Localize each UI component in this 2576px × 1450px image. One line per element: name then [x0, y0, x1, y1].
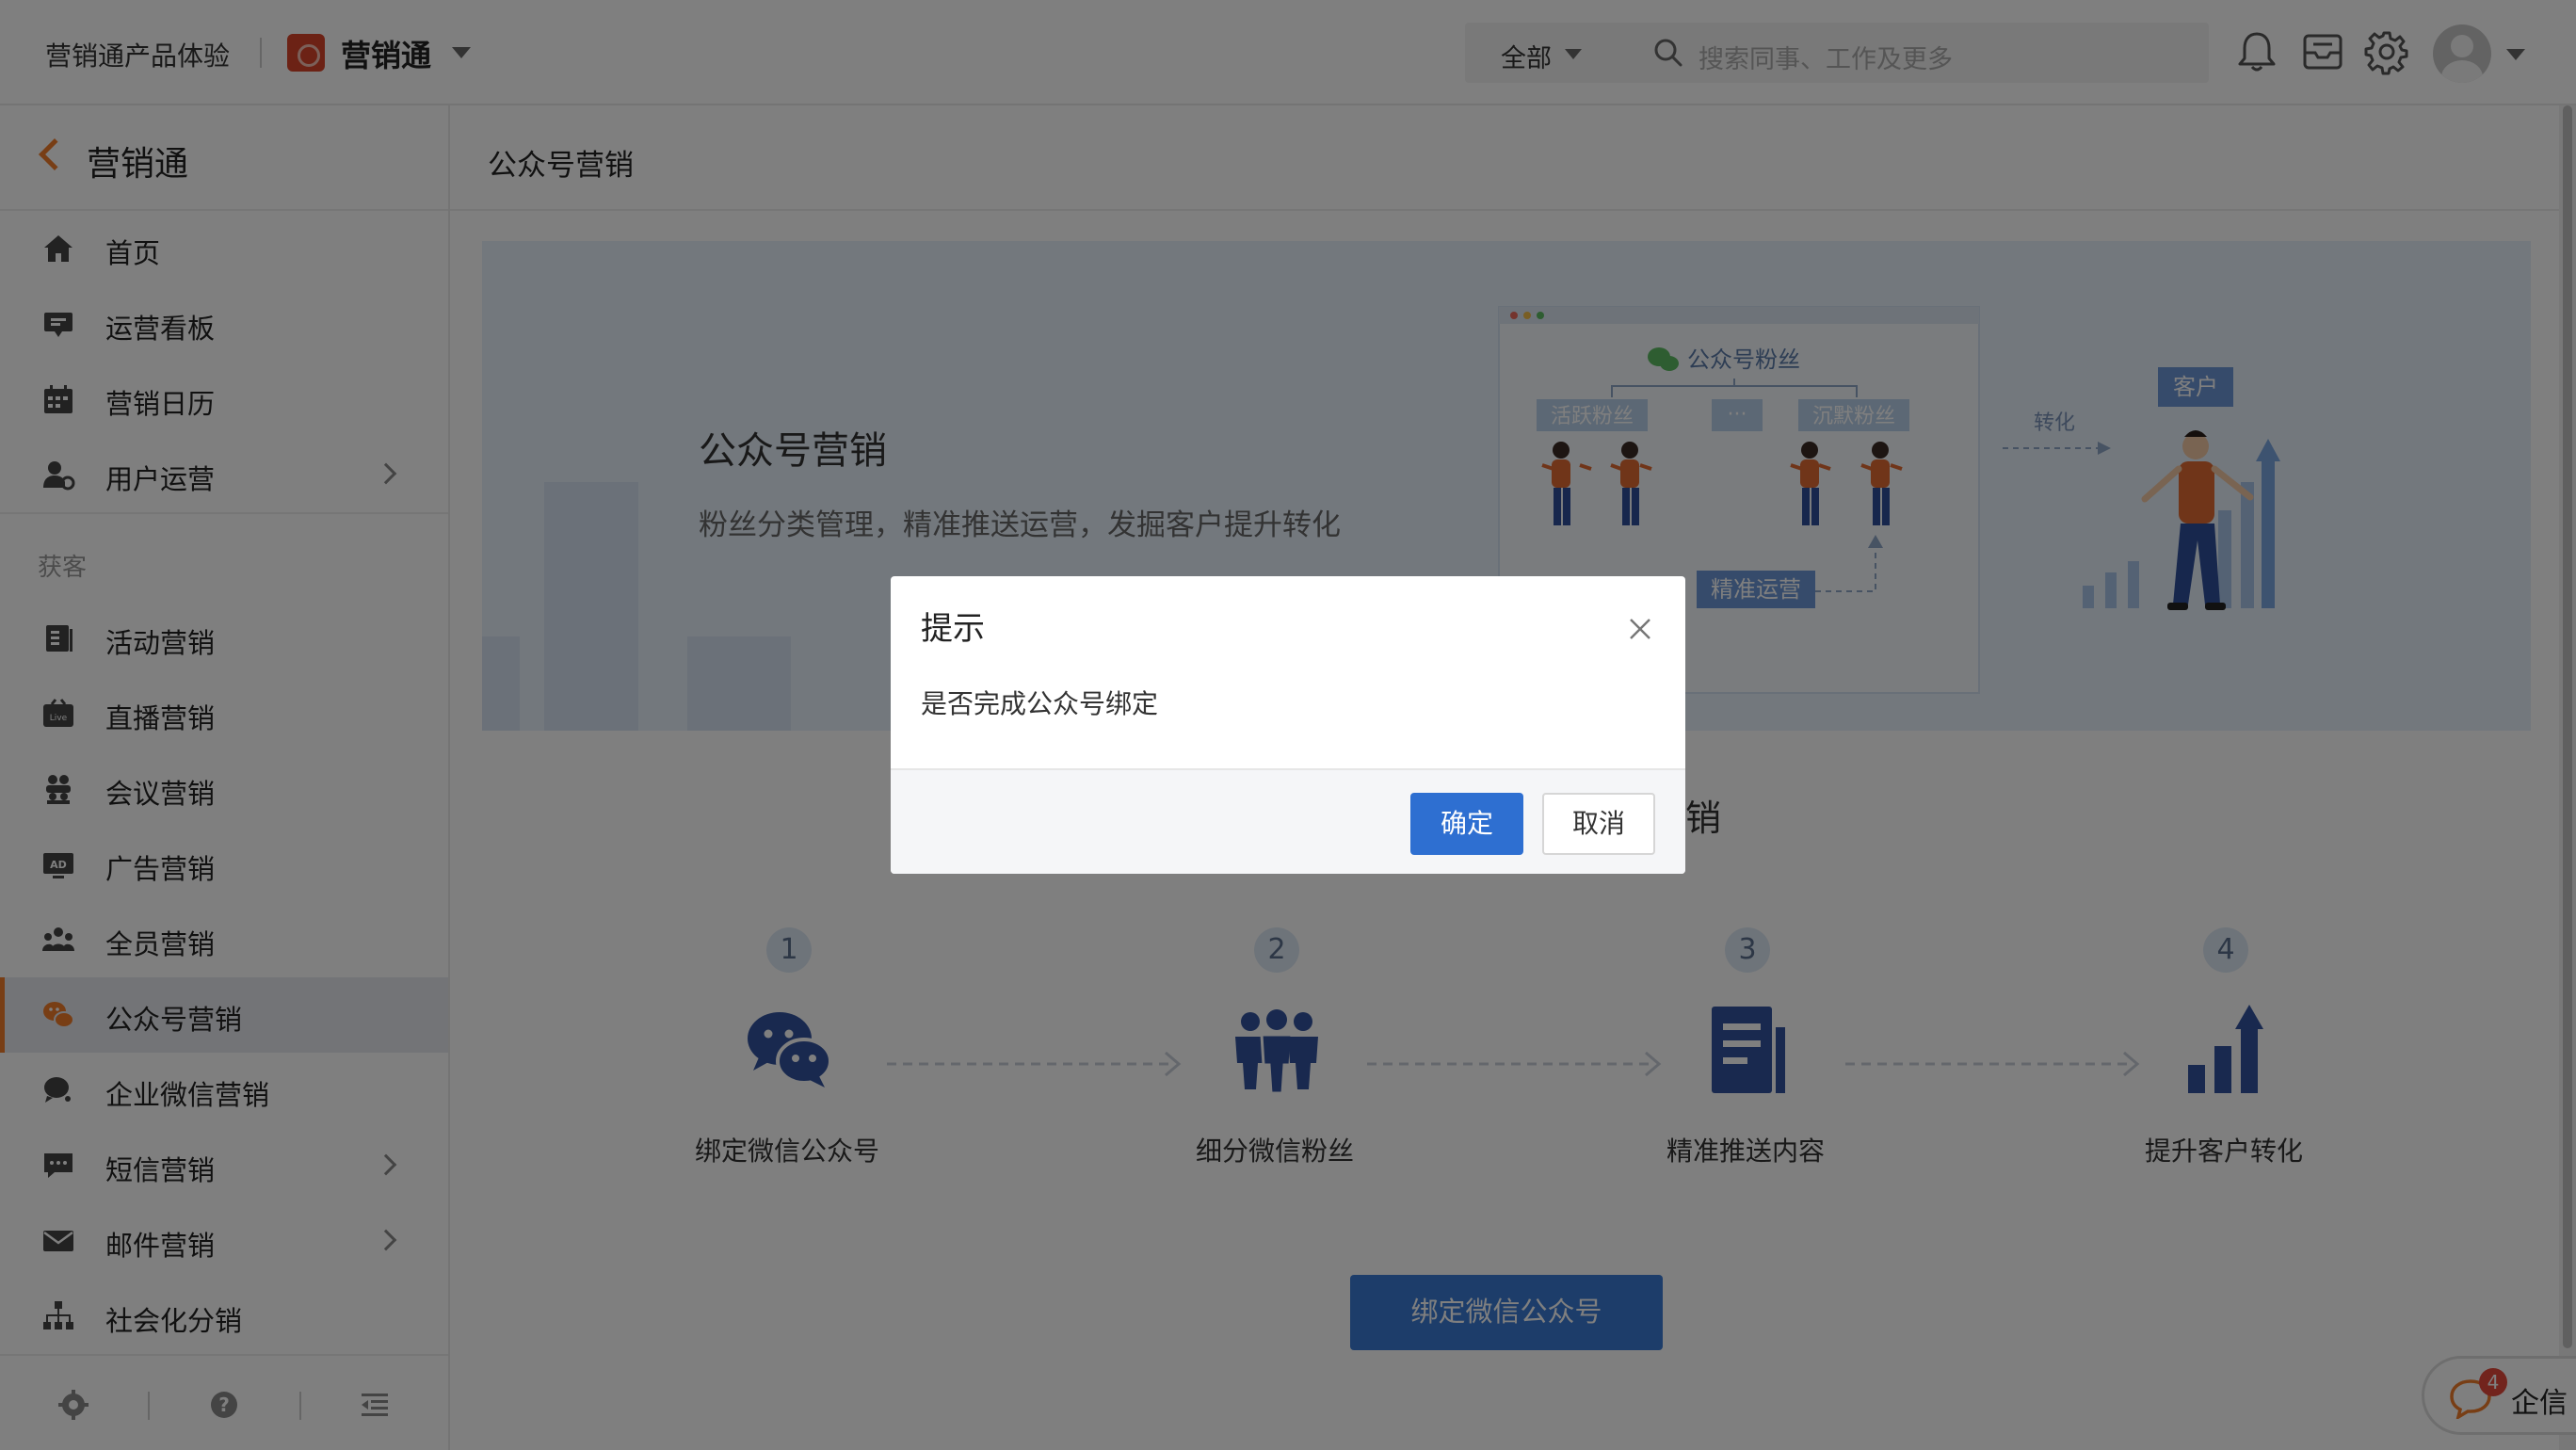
dialog-title: 提示: [921, 610, 985, 648]
cancel-button[interactable]: 取消: [1542, 793, 1655, 855]
dialog-footer: 确定 取消: [891, 768, 1685, 874]
close-icon[interactable]: [1627, 616, 1653, 642]
confirm-button[interactable]: 确定: [1410, 793, 1523, 855]
confirm-dialog: 提示 是否完成公众号绑定 确定 取消: [891, 576, 1685, 874]
dialog-message: 是否完成公众号绑定: [921, 688, 1159, 719]
